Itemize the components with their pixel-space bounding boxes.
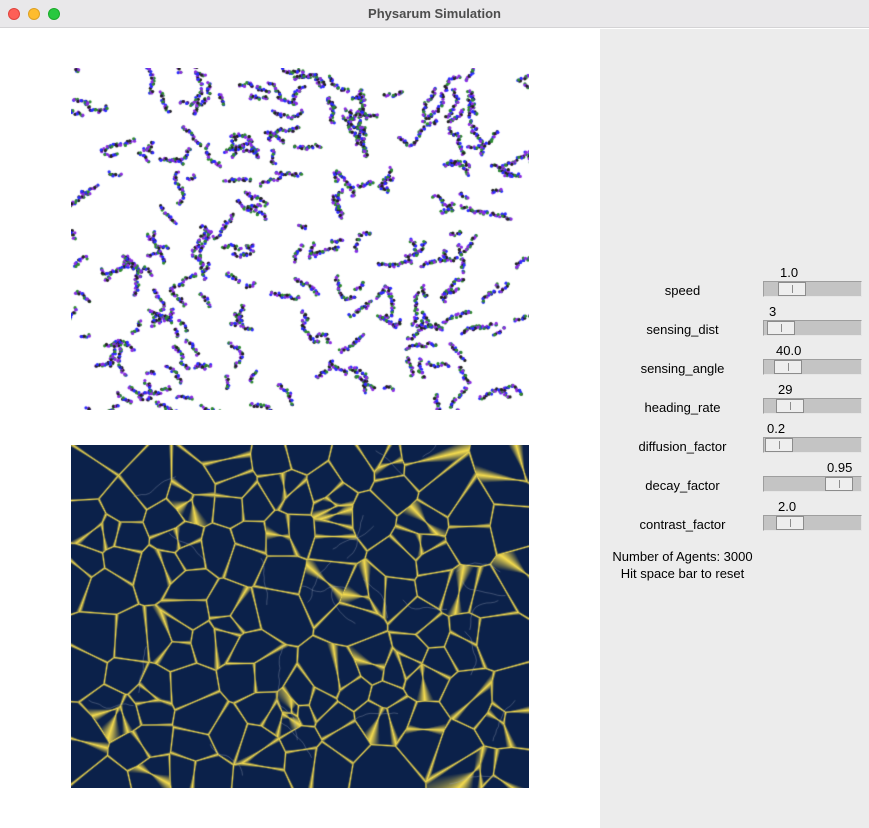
slider-thumb[interactable] [774, 360, 802, 374]
param-row-sensing-dist: sensing_dist 3 [600, 304, 869, 352]
param-label: speed [664, 283, 701, 298]
param-label: diffusion_factor [638, 439, 727, 454]
param-label: decay_factor [645, 478, 720, 493]
param-value: 3 [769, 304, 777, 319]
param-value: 2.0 [778, 499, 797, 514]
trail-map-canvas [71, 445, 529, 788]
param-value: 29 [778, 382, 793, 397]
param-label: heading_rate [644, 400, 721, 415]
param-row-sensing-angle: sensing_angle 40.0 [600, 343, 869, 391]
reset-hint-label: Hit space bar to reset [620, 566, 745, 581]
agent-view-canvas [71, 68, 529, 410]
diffusion-factor-slider[interactable] [763, 437, 862, 453]
param-label: contrast_factor [639, 517, 726, 532]
sensing-dist-slider[interactable] [763, 320, 862, 336]
contrast-factor-slider[interactable] [763, 515, 862, 531]
decay-factor-slider[interactable] [763, 476, 862, 492]
param-value: 1.0 [780, 265, 799, 280]
param-row-speed: speed 1.0 [600, 265, 869, 313]
slider-thumb[interactable] [776, 399, 804, 413]
slider-thumb[interactable] [778, 282, 806, 296]
param-row-heading-rate: heading_rate 29 [600, 382, 869, 430]
simulation-pane [0, 29, 600, 828]
controls-panel: speed 1.0 sensing_dist 3 sensing_angle 40.0 he… [600, 29, 869, 828]
speed-slider[interactable] [763, 281, 862, 297]
agent-count-label: Number of Agents: 3000 [612, 549, 753, 564]
slider-thumb[interactable] [765, 438, 793, 452]
param-label: sensing_angle [640, 361, 725, 376]
slider-thumb[interactable] [776, 516, 804, 530]
param-label: sensing_dist [646, 322, 719, 337]
param-value: 40.0 [776, 343, 802, 358]
param-value: 0.2 [767, 421, 786, 436]
slider-thumb[interactable] [767, 321, 795, 335]
param-row-contrast-factor: contrast_factor 2.0 [600, 499, 869, 547]
heading-rate-slider[interactable] [763, 398, 862, 414]
slider-thumb[interactable] [825, 477, 853, 491]
param-row-decay-factor: decay_factor 0.95 [600, 460, 869, 508]
param-value: 0.95 [827, 460, 853, 475]
title-bar: Physarum Simulation [0, 0, 869, 28]
sensing-angle-slider[interactable] [763, 359, 862, 375]
window-title: Physarum Simulation [368, 6, 501, 21]
app-window: Physarum Simulation speed 1.0 sensing_dist… [0, 0, 869, 828]
